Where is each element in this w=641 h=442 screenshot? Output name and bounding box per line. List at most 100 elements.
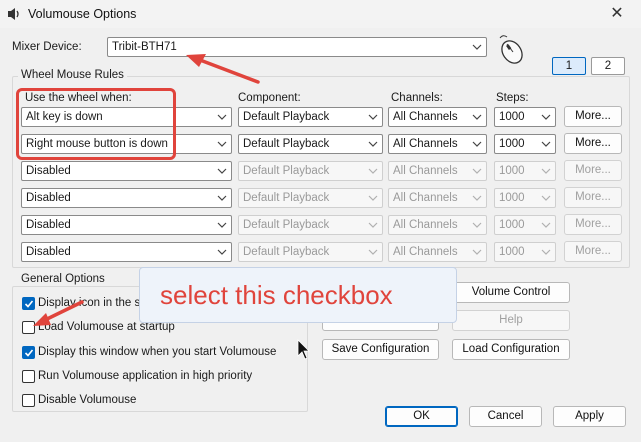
rule-component-select-value: Default Playback — [243, 246, 330, 258]
checkmark-icon — [24, 300, 34, 308]
rule-component-select[interactable]: Default Playback — [238, 161, 383, 181]
chevron-down-icon — [368, 222, 378, 228]
chevron-down-icon — [217, 141, 227, 147]
rule-steps-select-value: 1000 — [499, 138, 525, 150]
rule-component-select-value: Default Playback — [243, 111, 330, 123]
high-priority-label: Run Volumouse application in high priori… — [38, 370, 253, 382]
rule-component-select[interactable]: Default Playback — [238, 107, 383, 127]
chevron-down-icon — [472, 195, 482, 201]
rule-channels-select[interactable]: All Channels — [388, 215, 487, 235]
rule-when-select-value: Disabled — [26, 219, 71, 231]
page-1-button[interactable]: 1 — [552, 57, 586, 75]
rule-steps-select[interactable]: 1000 — [494, 215, 556, 235]
volume-control-button[interactable]: Volume Control — [452, 282, 570, 303]
mixer-device-select[interactable]: Tribit-BTH71 — [107, 37, 487, 57]
rule-steps-select[interactable]: 1000 — [494, 107, 556, 127]
wheel-mouse-rules-label: Wheel Mouse Rules — [18, 69, 127, 81]
rule-when-select-value: Disabled — [26, 246, 71, 258]
load-at-startup-checkbox[interactable] — [22, 321, 35, 334]
rule-steps-select[interactable]: 1000 — [494, 134, 556, 154]
rule-component-select-value: Default Playback — [243, 219, 330, 231]
chevron-down-icon — [217, 249, 227, 255]
rule-steps-select[interactable]: 1000 — [494, 161, 556, 181]
rule-more-button[interactable]: More... — [564, 106, 622, 127]
rule-channels-select-value: All Channels — [393, 138, 458, 150]
rule-component-select[interactable]: Default Playback — [238, 215, 383, 235]
chevron-down-icon — [368, 141, 378, 147]
chevron-down-icon — [217, 195, 227, 201]
rule-steps-select-value: 1000 — [499, 192, 525, 204]
rule-channels-select[interactable]: All Channels — [388, 188, 487, 208]
apply-button[interactable]: Apply — [553, 406, 626, 427]
rule-channels-select[interactable]: All Channels — [388, 107, 487, 127]
general-options-label: General Options — [18, 273, 108, 285]
rule-when-select-value: Disabled — [26, 192, 71, 204]
rule-more-button[interactable]: More... — [564, 187, 622, 208]
mixer-device-label: Mixer Device: — [12, 41, 82, 53]
checkmark-icon — [24, 349, 34, 357]
chevron-down-icon — [472, 114, 482, 120]
rule-channels-select[interactable]: All Channels — [388, 242, 487, 262]
rule-component-select-value: Default Playback — [243, 165, 330, 177]
rule-when-select-value: Disabled — [26, 165, 71, 177]
help-button[interactable]: Help — [452, 310, 570, 331]
chevron-down-icon — [217, 222, 227, 228]
rule-component-select[interactable]: Default Playback — [238, 242, 383, 262]
rule-steps-select[interactable]: 1000 — [494, 188, 556, 208]
rule-channels-select-value: All Channels — [393, 192, 458, 204]
chevron-down-icon — [541, 168, 551, 174]
chevron-down-icon — [541, 195, 551, 201]
close-icon[interactable]: ✕ — [606, 4, 628, 24]
component-header: Component: — [238, 92, 301, 104]
rule-component-select[interactable]: Default Playback — [238, 134, 383, 154]
rule-steps-select-value: 1000 — [499, 111, 525, 123]
steps-header: Steps: — [496, 92, 529, 104]
cancel-button[interactable]: Cancel — [469, 406, 542, 427]
rule-component-select[interactable]: Default Playback — [238, 188, 383, 208]
chevron-down-icon — [472, 168, 482, 174]
rule-more-button[interactable]: More... — [564, 241, 622, 262]
channels-header: Channels: — [391, 92, 443, 104]
rule-when-select[interactable]: Disabled — [21, 242, 232, 262]
chevron-down-icon — [368, 168, 378, 174]
chevron-down-icon — [541, 114, 551, 120]
rule-channels-select-value: All Channels — [393, 165, 458, 177]
rule-more-button[interactable]: More... — [564, 133, 622, 154]
disable-volumouse-checkbox[interactable] — [22, 394, 35, 407]
rule-channels-select[interactable]: All Channels — [388, 134, 487, 154]
rule-steps-select[interactable]: 1000 — [494, 242, 556, 262]
chevron-down-icon — [472, 141, 482, 147]
rule-steps-select-value: 1000 — [499, 165, 525, 177]
rule-channels-select-value: All Channels — [393, 246, 458, 258]
disable-volumouse-label: Disable Volumouse — [38, 394, 137, 406]
chevron-down-icon — [217, 168, 227, 174]
ok-button[interactable]: OK — [385, 406, 458, 427]
annotation-callout: select this checkbox — [139, 267, 457, 323]
rule-when-select[interactable]: Disabled — [21, 188, 232, 208]
title-bar: Volumouse Options ✕ — [0, 0, 641, 28]
load-configuration-button[interactable]: Load Configuration — [452, 339, 570, 360]
chevron-down-icon — [472, 249, 482, 255]
chevron-down-icon — [472, 222, 482, 228]
rule-more-button[interactable]: More... — [564, 160, 622, 181]
high-priority-checkbox[interactable] — [22, 370, 35, 383]
mixer-device-value: Tribit-BTH71 — [112, 41, 177, 53]
chevron-down-icon — [541, 141, 551, 147]
rule-component-select-value: Default Playback — [243, 192, 330, 204]
display-tray-icon-checkbox[interactable] — [22, 297, 35, 310]
volumouse-app-icon — [8, 8, 19, 20]
rule-channels-select[interactable]: All Channels — [388, 161, 487, 181]
page-2-button[interactable]: 2 — [591, 57, 625, 75]
rule-more-button[interactable]: More... — [564, 214, 622, 235]
mouse-icon — [499, 35, 523, 64]
display-window-on-start-checkbox[interactable] — [22, 346, 35, 359]
display-window-on-start-label: Display this window when you start Volum… — [38, 346, 277, 358]
rule-steps-select-value: 1000 — [499, 219, 525, 231]
rule-steps-select-value: 1000 — [499, 246, 525, 258]
save-configuration-button[interactable]: Save Configuration — [322, 339, 439, 360]
rule-when-select[interactable]: Disabled — [21, 215, 232, 235]
rule-when-select[interactable]: Disabled — [21, 161, 232, 181]
annotation-callout-text: select this checkbox — [160, 280, 393, 310]
chevron-down-icon — [368, 114, 378, 120]
rule-component-select-value: Default Playback — [243, 138, 330, 150]
